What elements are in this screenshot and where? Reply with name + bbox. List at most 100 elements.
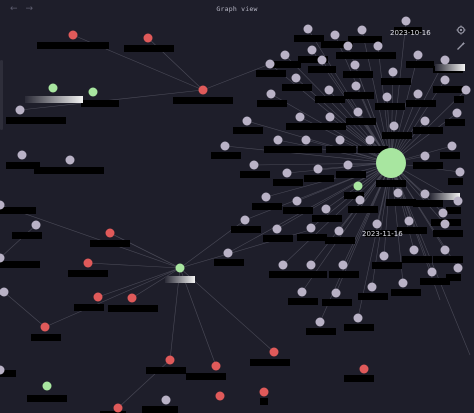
graph-node[interactable] — [367, 282, 377, 292]
graph-node[interactable] — [365, 135, 375, 145]
graph-node[interactable] — [382, 92, 392, 102]
graph-node[interactable] — [83, 258, 93, 268]
graph-node[interactable] — [461, 85, 471, 95]
graph-node[interactable] — [211, 361, 221, 371]
graph-node[interactable] — [338, 260, 348, 270]
graph-canvas[interactable]: 2023-10-16 2023-11-16 — [0, 0, 474, 413]
graph-node[interactable] — [42, 381, 52, 391]
graph-node[interactable] — [273, 135, 283, 145]
graph-node[interactable] — [272, 224, 282, 234]
graph-node[interactable] — [324, 85, 334, 95]
graph-node[interactable] — [398, 278, 408, 288]
graph-node[interactable] — [438, 208, 448, 218]
graph-node[interactable] — [306, 223, 316, 233]
graph-node[interactable] — [372, 219, 382, 229]
graph-node[interactable] — [359, 364, 369, 374]
graph-node[interactable] — [282, 168, 292, 178]
graph-node[interactable] — [280, 50, 290, 60]
graph-node[interactable] — [353, 313, 363, 323]
graph-node[interactable] — [452, 108, 462, 118]
graph-node[interactable] — [351, 81, 361, 91]
graph-node[interactable] — [355, 195, 365, 205]
graph-node[interactable] — [453, 263, 463, 273]
graph-node[interactable] — [301, 135, 311, 145]
graph-node[interactable] — [427, 267, 437, 277]
graph-node[interactable] — [453, 196, 463, 206]
graph-node[interactable] — [409, 245, 419, 255]
graph-node[interactable] — [175, 263, 185, 273]
graph-node[interactable] — [401, 16, 411, 26]
graph-node[interactable] — [265, 59, 275, 69]
graph-node[interactable] — [297, 287, 307, 297]
graph-node[interactable] — [420, 151, 430, 161]
graph-node[interactable] — [413, 50, 423, 60]
graph-node[interactable] — [242, 116, 252, 126]
graph-node[interactable] — [315, 317, 325, 327]
graph-node[interactable] — [388, 67, 398, 77]
graph-node[interactable] — [447, 141, 457, 151]
graph-node[interactable] — [127, 293, 137, 303]
graph-node[interactable] — [295, 112, 305, 122]
graph-node[interactable] — [223, 248, 233, 258]
graph-node[interactable] — [350, 60, 360, 70]
graph-node[interactable] — [31, 220, 41, 230]
graph-node[interactable] — [292, 196, 302, 206]
graph-node[interactable] — [313, 164, 323, 174]
animate-icon[interactable] — [455, 40, 466, 51]
graph-node[interactable] — [161, 395, 171, 405]
graph-node[interactable] — [373, 41, 383, 51]
graph-node[interactable] — [343, 41, 353, 51]
graph-node[interactable] — [40, 322, 50, 332]
graph-node[interactable] — [93, 292, 103, 302]
graph-node[interactable] — [215, 391, 225, 401]
graph-node[interactable] — [440, 55, 450, 65]
graph-node[interactable] — [68, 30, 78, 40]
graph-node[interactable] — [259, 387, 269, 397]
graph-node[interactable] — [249, 160, 259, 170]
graph-node[interactable] — [353, 107, 363, 117]
graph-node[interactable] — [266, 89, 276, 99]
graph-node[interactable] — [343, 160, 353, 170]
graph-node[interactable] — [413, 89, 423, 99]
graph-node[interactable] — [0, 287, 9, 297]
graph-node[interactable] — [455, 167, 465, 177]
graph-node[interactable] — [278, 260, 288, 270]
graph-node[interactable] — [331, 288, 341, 298]
graph-node[interactable] — [143, 33, 153, 43]
graph-node[interactable] — [307, 45, 317, 55]
graph-node[interactable] — [321, 204, 331, 214]
graph-node[interactable] — [220, 141, 230, 151]
settings-icon[interactable] — [455, 24, 466, 35]
graph-hub-node[interactable] — [376, 148, 406, 178]
graph-node[interactable] — [334, 226, 344, 236]
graph-node[interactable] — [48, 83, 58, 93]
graph-node[interactable] — [165, 355, 175, 365]
graph-node[interactable] — [440, 75, 450, 85]
graph-node[interactable] — [379, 251, 389, 261]
graph-node[interactable] — [113, 403, 123, 413]
graph-node[interactable] — [335, 135, 345, 145]
graph-node[interactable] — [17, 150, 27, 160]
graph-node[interactable] — [303, 24, 313, 34]
graph-node[interactable] — [88, 87, 98, 97]
graph-node[interactable] — [420, 116, 430, 126]
graph-node[interactable] — [269, 347, 279, 357]
graph-node[interactable] — [306, 260, 316, 270]
graph-node[interactable] — [291, 73, 301, 83]
graph-node[interactable] — [393, 188, 403, 198]
graph-node[interactable] — [353, 181, 363, 191]
graph-node[interactable] — [389, 121, 399, 131]
graph-node[interactable] — [105, 228, 115, 238]
graph-node[interactable] — [317, 55, 327, 65]
graph-node[interactable] — [440, 219, 450, 229]
graph-node[interactable] — [240, 215, 250, 225]
graph-node[interactable] — [357, 25, 367, 35]
graph-node[interactable] — [420, 189, 430, 199]
graph-node[interactable] — [65, 155, 75, 165]
graph-node[interactable] — [440, 245, 450, 255]
graph-node[interactable] — [404, 216, 414, 226]
graph-node[interactable] — [325, 112, 335, 122]
graph-node[interactable] — [198, 85, 208, 95]
graph-node[interactable] — [15, 105, 25, 115]
graph-node[interactable] — [261, 192, 271, 202]
